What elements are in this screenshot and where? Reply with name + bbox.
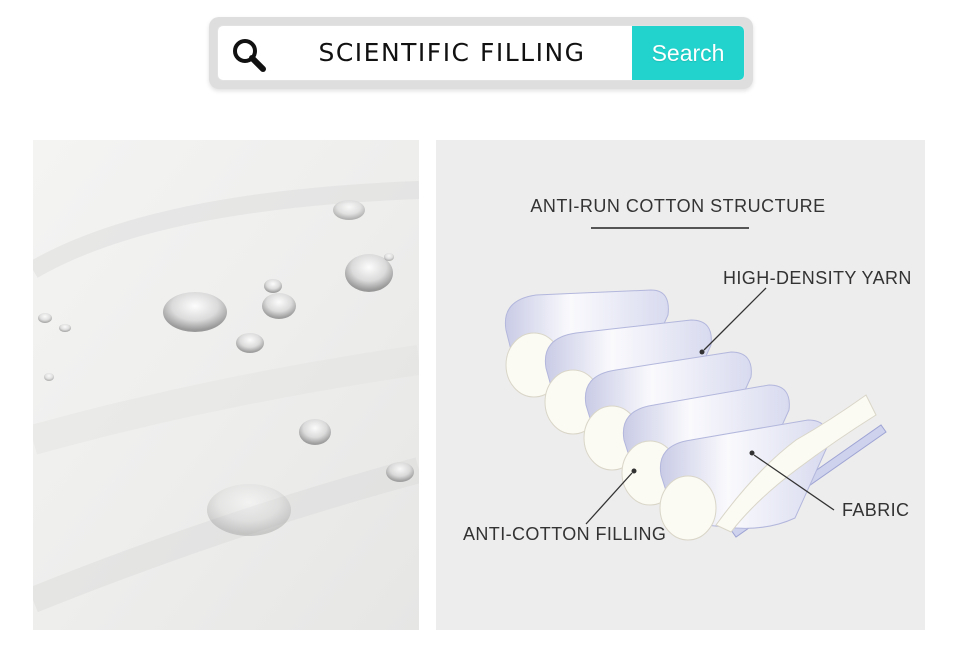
label-high-density-yarn: HIGH-DENSITY YARN — [723, 268, 912, 288]
filling-leader-line — [585, 472, 633, 525]
label-anti-cotton-filling: ANTI-COTTON FILLING — [463, 524, 667, 544]
yarn-leader-line — [703, 287, 767, 351]
label-fabric: FABRIC — [842, 500, 910, 520]
search-box: SCIENTIFIC FILLING Search — [217, 25, 745, 81]
search-bar: SCIENTIFIC FILLING Search — [209, 17, 753, 89]
search-input[interactable]: SCIENTIFIC FILLING — [278, 26, 626, 80]
search-button[interactable]: Search — [632, 26, 744, 80]
quilted-layers-illustration — [504, 287, 887, 541]
waterproof-fabric-image — [33, 140, 419, 630]
search-icon — [233, 39, 266, 72]
water-droplets-illustration — [33, 140, 419, 630]
structure-diagram: ANTI-RUN COTTON STRUCTURE HIGH-DENSITY Y… — [436, 140, 925, 630]
